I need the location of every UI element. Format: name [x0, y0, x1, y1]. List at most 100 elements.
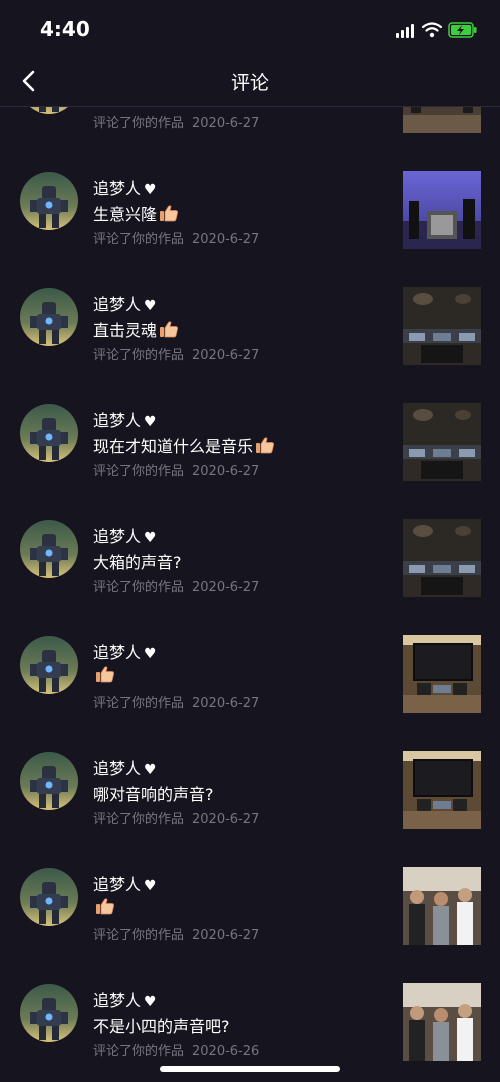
commenter-name-label: 追梦人 [93, 875, 142, 894]
avatar[interactable] [20, 288, 78, 346]
comment-text-label: 哪对音响的声音? [93, 785, 214, 804]
avatar[interactable] [20, 107, 78, 114]
comment-action: 评论了你的作品 [93, 812, 185, 827]
comment-text-label: 直击灵魂 [93, 321, 158, 340]
work-thumbnail[interactable] [403, 635, 481, 713]
commenter-name[interactable]: 追梦人 ♥ [93, 407, 157, 431]
heart-icon: ♥ [144, 530, 157, 546]
comment-text [93, 665, 115, 687]
comment-action: 评论了你的作品 [93, 696, 185, 711]
commenter-name-label: 追梦人 [93, 179, 142, 198]
commenter-name[interactable]: 追梦人 ♥ [93, 639, 157, 663]
comment-action: 评论了你的作品 [93, 580, 185, 595]
comment-item[interactable]: 追梦人 ♥ 不是小四的声音吧? 评论了你的作品 2020-6-26 [0, 964, 500, 1080]
wifi-icon [421, 22, 443, 38]
commenter-name[interactable]: 追梦人 ♥ [93, 175, 157, 199]
comment-date: 2020-6-27 [192, 348, 260, 363]
home-indicator[interactable] [160, 1066, 340, 1072]
comment-action: 评论了你的作品 [93, 232, 185, 247]
comment-meta: 评论了你的作品 2020-6-27 [93, 344, 259, 363]
comment-date: 2020-6-27 [192, 116, 260, 131]
page-title: 评论 [230, 72, 269, 94]
work-thumbnail[interactable]: 意沃夏竞第九交响曲 [403, 107, 481, 133]
comment-item[interactable]: 追梦人 ♥ 生意兴隆评论了你的作品 2020-6-27 [0, 152, 500, 268]
comment-text: 直击灵魂 [93, 317, 179, 342]
comment-meta: 评论了你的作品 2020-6-27 [93, 576, 259, 595]
comment-text-label: 现在才知道什么是音乐 [93, 437, 254, 456]
signal-icon [396, 24, 416, 38]
status-time: 4:40 [40, 17, 90, 41]
comment-text-label: 生意兴隆 [93, 205, 158, 224]
comment-text: 哪对音响的声音? [93, 781, 214, 805]
heart-icon: ♥ [144, 182, 157, 198]
heart-icon: ♥ [144, 878, 157, 894]
avatar[interactable] [20, 520, 78, 578]
comment-text [93, 897, 115, 919]
comment-date: 2020-6-26 [192, 1044, 260, 1059]
work-thumbnail[interactable] [403, 867, 481, 945]
comment-item[interactable]: 追梦人 ♥ 现在才知道什么是音乐评论了你的作品 2020-6-27 [0, 384, 500, 500]
comment-action: 评论了你的作品 [93, 116, 185, 131]
work-thumbnail[interactable] [403, 403, 481, 481]
status-bar: 4:40 [0, 0, 500, 56]
comment-date: 2020-6-27 [192, 232, 260, 247]
heart-icon: ♥ [144, 298, 157, 314]
comment-date: 2020-6-27 [192, 812, 260, 827]
heart-icon: ♥ [144, 762, 157, 778]
comment-item[interactable]: 追梦人 ♥ 哪对音响的声音? 评论了你的作品 2020-6-27 [0, 732, 500, 848]
commenter-name-label: 追梦人 [93, 991, 142, 1010]
thumbs-up-icon [159, 204, 179, 226]
comment-meta: 评论了你的作品 2020-6-27 [93, 112, 259, 131]
thumbs-up-icon [255, 436, 275, 458]
nav-bar: 评论 [0, 56, 500, 107]
battery-charging-icon [448, 22, 478, 38]
comment-date: 2020-6-27 [192, 464, 260, 479]
heart-icon: ♥ [144, 994, 157, 1010]
commenter-name[interactable]: 追梦人 ♥ [93, 987, 157, 1011]
comment-date: 2020-6-27 [192, 580, 260, 595]
comment-action: 评论了你的作品 [93, 928, 185, 943]
work-thumbnail[interactable] [403, 287, 481, 365]
heart-icon: ♥ [144, 414, 157, 430]
commenter-name-label: 追梦人 [93, 411, 142, 430]
commenter-name[interactable]: 追梦人 ♥ [93, 755, 157, 779]
heart-icon: ♥ [144, 646, 157, 662]
comment-meta: 评论了你的作品 2020-6-27 [93, 460, 259, 479]
comment-meta: 评论了你的作品 2020-6-27 [93, 228, 259, 247]
commenter-name[interactable]: 追梦人 ♥ [93, 871, 157, 895]
comment-list[interactable]: 评论了你的作品2020-6-27意沃夏竞第九交响曲追梦人♥生意兴隆评论了你的作品… [0, 107, 500, 1082]
avatar[interactable] [20, 636, 78, 694]
comment-action: 评论了你的作品 [93, 348, 185, 363]
commenter-name[interactable]: 追梦人 ♥ [93, 291, 157, 315]
comment-item[interactable]: 评论了你的作品 2020-6-27 意沃夏竞第九交响曲 [0, 107, 500, 152]
comment-item[interactable]: 追梦人 ♥ 直击灵魂评论了你的作品 2020-6-27 [0, 268, 500, 384]
comment-text: 生意兴隆 [93, 201, 179, 226]
comment-item[interactable]: 追梦人 ♥ 评论了你的作品 2020-6-27 [0, 848, 500, 964]
comment-meta: 评论了你的作品 2020-6-26 [93, 1040, 259, 1059]
avatar[interactable] [20, 172, 78, 230]
thumbs-up-icon [159, 320, 179, 342]
comment-meta: 评论了你的作品 2020-6-27 [93, 924, 259, 943]
comment-text-label: 大箱的声音? [93, 553, 182, 572]
comment-item[interactable]: 追梦人 ♥ 大箱的声音? 评论了你的作品 2020-6-27 [0, 500, 500, 616]
comment-action: 评论了你的作品 [93, 464, 185, 479]
avatar[interactable] [20, 984, 78, 1042]
avatar[interactable] [20, 752, 78, 810]
comment-text-label: 不是小四的声音吧? [93, 1017, 230, 1036]
work-thumbnail[interactable] [403, 983, 481, 1061]
comment-item[interactable]: 追梦人 ♥ 评论了你的作品 2020-6-27 [0, 616, 500, 732]
work-thumbnail[interactable] [403, 171, 481, 249]
comment-text: 现在才知道什么是音乐 [93, 433, 275, 458]
commenter-name[interactable]: 追梦人 ♥ [93, 523, 157, 547]
comment-text: 大箱的声音? [93, 549, 182, 573]
work-thumbnail[interactable] [403, 751, 481, 829]
commenter-name-label: 追梦人 [93, 295, 142, 314]
avatar[interactable] [20, 404, 78, 462]
work-thumbnail[interactable] [403, 519, 481, 597]
commenter-name-label: 追梦人 [93, 643, 142, 662]
avatar[interactable] [20, 868, 78, 926]
thumbs-up-icon [95, 665, 115, 687]
commenter-name-label: 追梦人 [93, 759, 142, 778]
thumbs-up-icon [95, 897, 115, 919]
comment-date: 2020-6-27 [192, 696, 260, 711]
